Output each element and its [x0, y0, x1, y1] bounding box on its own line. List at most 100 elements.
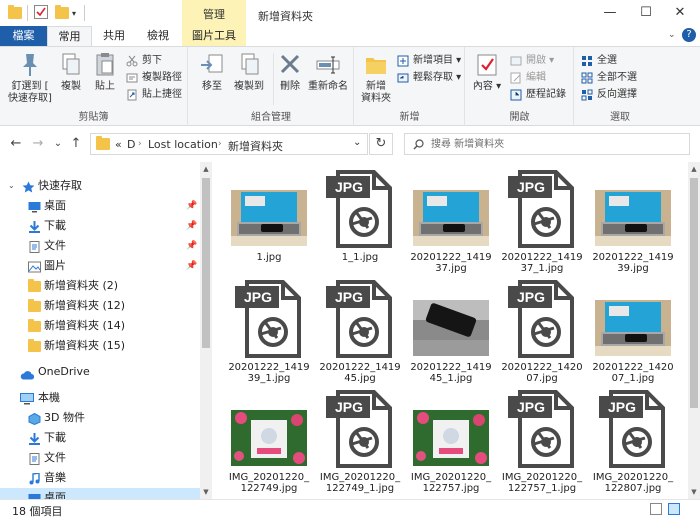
tab-home[interactable]: 常用 [47, 26, 92, 46]
recent-locations-button[interactable]: ⌄ [50, 136, 66, 152]
easy-access-button[interactable]: 輕鬆存取 ▾ [397, 70, 461, 86]
copy-path-button[interactable]: 複製路徑 [126, 70, 182, 86]
nav-scroll-thumb[interactable] [202, 178, 210, 348]
nav-folder-15[interactable]: 新增資料夾 (15) [0, 336, 200, 356]
address-dropdown-button[interactable]: ⌄ [353, 137, 361, 148]
scroll-down-arrow[interactable]: ▼ [200, 485, 212, 499]
search-box[interactable] [404, 133, 690, 155]
file-item[interactable]: JPG 1_1.jpg [312, 168, 404, 278]
file-item[interactable]: 20201222_1420 07_1.jpg [585, 278, 677, 388]
file-item[interactable]: JPG 20201222_1419 39_1.jpg [221, 278, 313, 388]
collapse-ribbon-icon[interactable]: ⌄ [668, 30, 676, 40]
file-item[interactable]: JPG 20201222_1419 37_1.jpg [494, 168, 586, 278]
nav-desktop-quick[interactable]: 桌面 📌 [0, 196, 200, 216]
nav-quick-access-label: 快速存取 [38, 179, 82, 192]
refresh-button[interactable]: ↻ [369, 133, 393, 155]
help-icon[interactable]: ? [682, 28, 696, 42]
content-scrollbar[interactable]: ▲ ▼ [688, 162, 700, 499]
cut-button[interactable]: 剪下 [126, 53, 162, 69]
copy-path-icon [126, 72, 138, 84]
copy-to-button[interactable]: 複製到 [229, 51, 269, 93]
scroll-up-arrow[interactable]: ▲ [200, 162, 212, 176]
history-button[interactable]: 歷程記錄 [510, 87, 566, 103]
open-button[interactable]: 開啟 ▾ [510, 53, 554, 69]
up-button[interactable]: ↑ [68, 136, 84, 152]
tab-file[interactable]: 檔案 [0, 26, 47, 46]
file-item[interactable]: 20201222_1419 39.jpg [585, 168, 677, 278]
copy-button[interactable]: 複製 [56, 51, 86, 93]
paste-button[interactable]: 貼上 [90, 51, 120, 93]
nav-onedrive[interactable]: OneDrive [0, 362, 200, 382]
nav-quick-access[interactable]: ⌄ 快速存取 [0, 176, 200, 196]
scroll-down-arrow[interactable]: ▼ [688, 485, 700, 499]
customize-toolbar-icon[interactable]: ▾ [72, 9, 76, 18]
file-item[interactable]: IMG_20201220_ 122757.jpg [403, 388, 495, 498]
breadcrumb-item-d[interactable]: D [127, 138, 135, 151]
nav-folder-2[interactable]: 新增資料夾 (2) [0, 276, 200, 296]
nav-scrollbar[interactable]: ▲ ▼ [200, 162, 212, 499]
new-folder-quick-icon[interactable] [55, 5, 69, 19]
nav-this-pc[interactable]: 本機 [0, 388, 200, 408]
nav-3d-objects[interactable]: 3D 物件 [0, 408, 200, 428]
nav-downloads-quick[interactable]: 下載 📌 [0, 216, 200, 236]
file-item[interactable]: JPG 20201222_1420 07.jpg [494, 278, 586, 388]
select-all-button[interactable]: 全選 [581, 53, 617, 69]
content-scroll-thumb[interactable] [690, 178, 698, 408]
tab-share[interactable]: 共用 [94, 26, 134, 46]
image-thumbnail [595, 190, 671, 246]
forward-button[interactable]: → [30, 136, 46, 152]
tab-view[interactable]: 檢視 [138, 26, 178, 46]
nav-music[interactable]: 音樂 [0, 468, 200, 488]
nav-documents-quick[interactable]: 文件 📌 [0, 236, 200, 256]
folder-icon [96, 136, 110, 150]
address-bar[interactable]: « D › Lost location › 新增資料夾 ⌄ [90, 133, 368, 155]
breadcrumb-overflow[interactable]: « [115, 138, 122, 151]
back-button[interactable]: ← [8, 136, 24, 152]
new-item-button[interactable]: 新增項目 ▾ [397, 53, 461, 69]
file-item[interactable]: 20201222_1419 45_1.jpg [403, 278, 495, 388]
details-view-icon[interactable] [650, 503, 662, 515]
file-name: 20201222_1419 45_1.jpg [403, 362, 499, 384]
file-item[interactable]: JPG IMG_20201220_ 122749_1.jpg [312, 388, 404, 498]
large-icons-view-icon[interactable] [668, 503, 680, 515]
file-name: 20201222_1419 37_1.jpg [494, 252, 590, 274]
rename-button[interactable]: 重新命名 [305, 51, 351, 93]
search-input[interactable] [431, 136, 681, 152]
nav-music-label: 音樂 [44, 471, 66, 484]
file-item[interactable]: JPG IMG_20201220_ 122757_1.jpg [494, 388, 586, 498]
download-icon [28, 432, 41, 445]
move-to-button[interactable]: 移至 [195, 51, 229, 93]
new-folder-button[interactable]: 新增 資料夾 [357, 51, 395, 105]
close-button[interactable]: ✕ [658, 0, 700, 26]
edit-button[interactable]: 編輯 [510, 70, 546, 86]
file-item[interactable]: JPG 20201222_1419 45.jpg [312, 278, 404, 388]
scroll-up-arrow[interactable]: ▲ [688, 162, 700, 176]
properties-button[interactable]: 內容 ▾ [472, 51, 502, 93]
breadcrumb-item-current[interactable]: 新增資料夾 [228, 138, 283, 154]
jpg-file-icon: JPG [595, 388, 671, 484]
nav-folder-12[interactable]: 新增資料夾 (12) [0, 296, 200, 316]
invert-selection-button[interactable]: 反向選擇 [581, 87, 637, 103]
nav-desktop-pc[interactable]: 桌面 [0, 488, 200, 499]
image-thumbnail [413, 300, 489, 356]
file-item[interactable]: 1.jpg [221, 168, 313, 278]
nav-folder-14[interactable]: 新增資料夾 (14) [0, 316, 200, 336]
nav-pictures-quick[interactable]: 圖片 📌 [0, 256, 200, 276]
pin-quick-access-button[interactable]: 釘選到 [ 快速存取] [6, 51, 54, 105]
breadcrumb-item-lost-location[interactable]: Lost location [148, 138, 218, 151]
file-name-line: 20201222_1419 [410, 362, 492, 373]
paste-shortcut-button[interactable]: 貼上捷徑 [126, 87, 182, 103]
nav-documents-pc[interactable]: 文件 [0, 448, 200, 468]
context-tab-manage[interactable]: 管理 [182, 0, 246, 26]
file-item[interactable]: JPG IMG_20201220_ 122807.jpg [585, 388, 677, 498]
chevron-down-icon[interactable]: ⌄ [8, 176, 15, 196]
select-none-button[interactable]: 全部不選 [581, 70, 637, 86]
file-item[interactable]: 20201222_1419 37.jpg [403, 168, 495, 278]
properties-quick-icon[interactable] [34, 5, 48, 19]
nav-downloads-pc[interactable]: 下載 [0, 428, 200, 448]
delete-button[interactable]: 刪除 [275, 51, 305, 93]
tab-picture-tools[interactable]: 圖片工具 [182, 26, 246, 46]
paste-label: 貼上 [95, 81, 115, 92]
new-group-label: 新增 [399, 112, 420, 123]
file-item[interactable]: IMG_20201220_ 122749.jpg [221, 388, 313, 498]
